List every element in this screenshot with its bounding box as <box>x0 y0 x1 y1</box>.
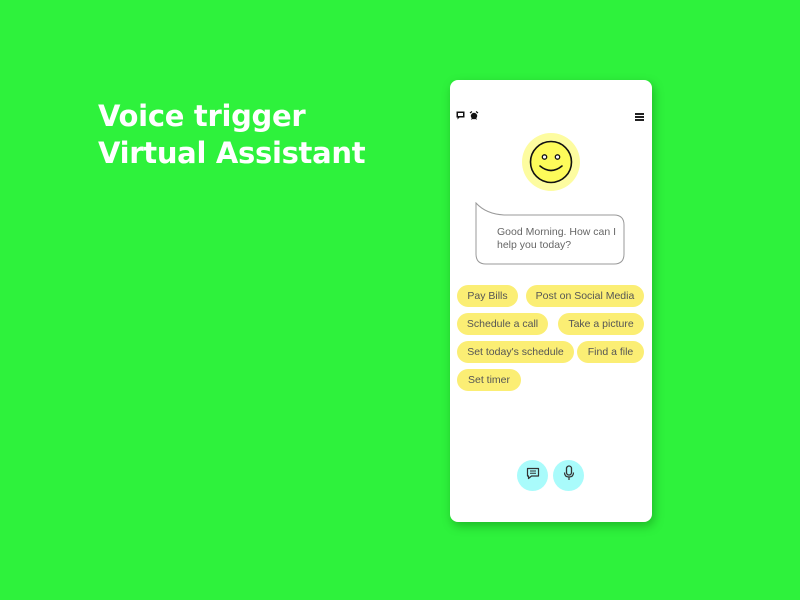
chat-icon[interactable] <box>456 107 465 125</box>
suggestion-chip-set-timer[interactable]: Set timer <box>457 369 521 391</box>
text-input-button[interactable] <box>517 460 548 491</box>
phone-screen: Good Morning. How can I help you today? … <box>450 80 652 522</box>
smiley-face-icon <box>529 140 573 184</box>
headline-line-2: Virtual Assistant <box>98 136 366 170</box>
menu-icon[interactable] <box>635 108 644 121</box>
headline-line-1: Voice trigger <box>98 99 306 133</box>
chat-icon <box>526 467 540 485</box>
headline: Voice trigger Virtual Assistant <box>98 98 366 172</box>
suggestion-chip-find-file[interactable]: Find a file <box>577 341 644 363</box>
suggestion-chip-post-social-media[interactable]: Post on Social Media <box>526 285 644 307</box>
suggestion-chip-take-picture[interactable]: Take a picture <box>558 313 644 335</box>
suggestion-chip-set-todays-schedule[interactable]: Set today's schedule <box>457 341 574 363</box>
alarm-icon[interactable] <box>469 107 479 125</box>
suggestion-chip-pay-bills[interactable]: Pay Bills <box>457 285 518 307</box>
suggestion-chip-schedule-call[interactable]: Schedule a call <box>457 313 548 335</box>
voice-input-button[interactable] <box>553 460 584 491</box>
assistant-message: Good Morning. How can I help you today? <box>497 226 617 251</box>
topbar-left-icons <box>456 107 479 125</box>
microphone-icon <box>563 465 575 486</box>
